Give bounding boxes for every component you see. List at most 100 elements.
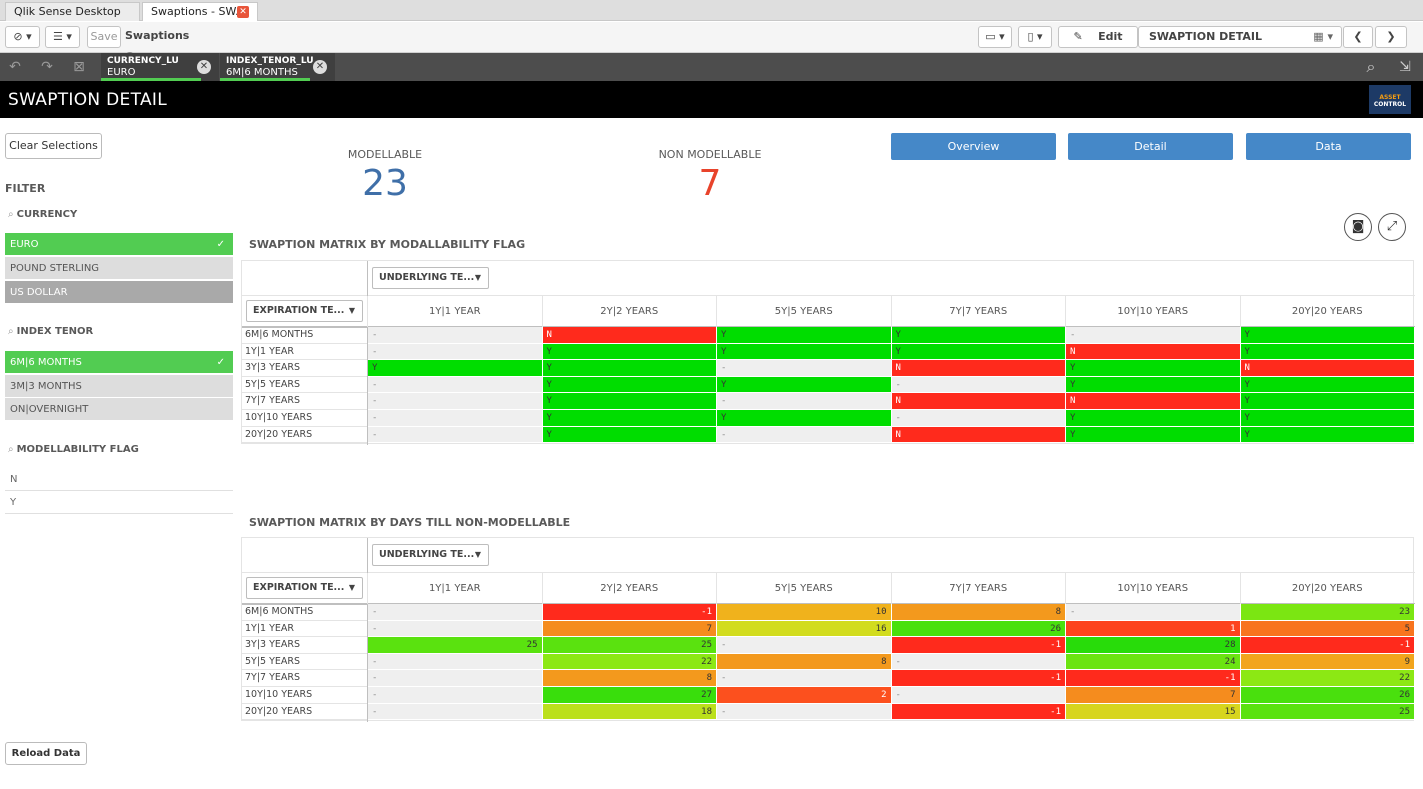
row-header: 5Y|5 YEARS <box>242 377 367 394</box>
matrix-cell: Y <box>1240 327 1415 344</box>
snapshot-icon[interactable]: ◙ <box>1344 213 1372 241</box>
navigation-menu-button[interactable]: ⊘ ▾ <box>5 26 40 48</box>
search-icon[interactable]: ⌕ <box>1362 59 1380 75</box>
step-back-icon[interactable]: ↶ <box>6 59 24 75</box>
listbox-item[interactable]: N <box>5 468 233 491</box>
column-dimension-button[interactable]: UNDERLYING TE... ▼ <box>372 267 489 289</box>
bookmark-button[interactable]: ▯ ▾ <box>1018 26 1052 48</box>
step-forward-icon[interactable]: ↷ <box>38 59 56 75</box>
reload-data-button[interactable]: Reload Data <box>5 742 87 765</box>
remove-selection-icon[interactable]: ✕ <box>313 60 327 74</box>
kpi-modellable-label: MODELLABLE <box>347 148 423 161</box>
selection-tool-icon[interactable]: ⇲ <box>1396 59 1414 75</box>
matrix-cell: - <box>1066 327 1241 344</box>
listbox-currency-label: CURRENCY <box>16 209 78 220</box>
matrix-cell: - <box>368 687 543 704</box>
listbox-item[interactable]: POUND STERLING <box>5 257 233 280</box>
listbox-item[interactable]: Y <box>5 491 233 514</box>
matrix-cell: Y <box>368 360 543 377</box>
matrix-cell: Y <box>717 376 892 394</box>
matrix-cell: 8 <box>542 670 717 687</box>
listbox-title-currency[interactable]: ⌕ CURRENCY <box>8 209 77 220</box>
matrix-cell: N <box>891 360 1066 377</box>
listbox-title-modellability[interactable]: ⌕ MODELLABILITY FLAG <box>8 444 139 455</box>
matrix-cell: 7 <box>542 620 717 638</box>
edit-button[interactable]: ✎ Edit <box>1058 26 1138 48</box>
matrix-cell: - <box>368 426 543 444</box>
matrix-cell: Y <box>542 393 717 410</box>
close-tab-icon[interactable]: ✕ <box>237 6 249 18</box>
tab-hub[interactable]: Qlik Sense Desktop hub <box>5 2 140 36</box>
matrix-cell: - <box>368 393 543 410</box>
tab-swaptions[interactable]: Swaptions - SW... ✕ <box>142 2 258 21</box>
next-sheet-button[interactable]: ❯ <box>1375 26 1407 48</box>
column-dimension-label: UNDERLYING TE... <box>379 549 475 560</box>
row-header: 6M|6 MONTHS <box>242 604 367 621</box>
matrix-cell: 8 <box>891 604 1066 621</box>
app-name: Swaptions ● <box>125 26 200 62</box>
kpi-non-modellable-value: 7 <box>698 163 722 204</box>
row-dimension-button[interactable]: EXPIRATION TE... ▼ <box>246 577 363 599</box>
previous-sheet-button[interactable]: ❮ <box>1343 26 1373 48</box>
matrix-cell: 22 <box>542 653 717 671</box>
selection-chip-currency[interactable]: CURRENCY_LU EURO ✕ <box>101 53 219 81</box>
app-toolbar: ⊘ ▾ ☰ ▾ Save Swaptions ● ▭ ▾ ▯ ▾ ✎ Edit … <box>0 22 1423 62</box>
search-icon: ⌕ <box>8 209 14 220</box>
column-dimension-button[interactable]: UNDERLYING TE... ▼ <box>372 544 489 566</box>
matrix-cell: 18 <box>542 703 717 721</box>
listbox-item[interactable]: ON|OVERNIGHT <box>5 398 233 421</box>
clear-selections-button[interactable]: Clear Selections <box>5 133 102 159</box>
column-header: 10Y|10 YEARS <box>1065 573 1240 604</box>
overview-button[interactable]: Overview <box>891 133 1056 160</box>
matrix-cell: -1 <box>1066 670 1241 687</box>
matrix-cell: Y <box>1240 343 1415 361</box>
matrix-cell: - <box>717 703 892 721</box>
matrix-cell: Y <box>542 343 717 361</box>
matrix-cell: -1 <box>891 637 1066 654</box>
selection-chip-index-tenor[interactable]: INDEX_TENOR_LU 6M|6 MONTHS ✕ <box>220 53 335 81</box>
listbox-item[interactable]: US DOLLAR <box>5 281 233 304</box>
row-header: 1Y|1 YEAR <box>242 344 367 361</box>
matrix-cell: Y <box>717 410 892 427</box>
matrix-cell: - <box>717 637 892 654</box>
dropdown-icon: ▼ <box>474 273 481 282</box>
matrix-cell: 26 <box>891 620 1066 638</box>
column-header: 5Y|5 YEARS <box>716 573 891 604</box>
row-header: 5Y|5 YEARS <box>242 654 367 671</box>
listbox-item[interactable]: EURO ✓ <box>5 233 233 256</box>
detail-button[interactable]: Detail <box>1068 133 1233 160</box>
browser-tab-bar: Qlik Sense Desktop hub Swaptions - SW...… <box>0 0 1423 36</box>
tab-swaptions-label: Swaptions - SW... <box>151 5 246 18</box>
row-header: 1Y|1 YEAR <box>242 621 367 638</box>
row-header: 20Y|20 YEARS <box>242 704 367 721</box>
matrix-cell: Y <box>1240 376 1415 394</box>
fullscreen-icon[interactable]: ⤢ <box>1378 213 1406 241</box>
sheet-selector[interactable]: SWAPTION DETAIL ▦ ▾ <box>1138 26 1342 48</box>
logo-line2: CONTROL <box>1373 101 1407 108</box>
matrix-cell: Y <box>1240 393 1415 410</box>
data-button[interactable]: Data <box>1246 133 1411 160</box>
remove-selection-icon[interactable]: ✕ <box>197 60 211 74</box>
matrix-cell: - <box>368 376 543 394</box>
column-header: 2Y|2 YEARS <box>541 573 717 604</box>
matrix-cell: -1 <box>542 604 717 621</box>
matrix-cell: 9 <box>1240 653 1415 671</box>
clear-all-icon[interactable]: ⊠ <box>70 59 88 75</box>
matrix-cell: N <box>542 327 717 344</box>
save-button[interactable]: Save <box>87 26 121 48</box>
matrix-cell: 1 <box>1066 620 1241 638</box>
row-dimension-button[interactable]: EXPIRATION TE... ▼ <box>246 300 363 322</box>
listbox-title-index-tenor[interactable]: ⌕ INDEX TENOR <box>8 326 93 337</box>
matrix-cell: - <box>717 393 892 410</box>
matrix-cell: Y <box>717 327 892 344</box>
present-button[interactable]: ▭ ▾ <box>978 26 1012 48</box>
matrix-cell: - <box>891 376 1066 394</box>
matrix-cell: 28 <box>1066 637 1241 654</box>
listbox-item[interactable]: 6M|6 MONTHS ✓ <box>5 351 233 374</box>
matrix-cell: Y <box>1066 426 1241 444</box>
listbox-item-label: 6M|6 MONTHS <box>10 357 82 368</box>
matrix-cell: - <box>368 620 543 638</box>
global-menu-button[interactable]: ☰ ▾ <box>45 26 80 48</box>
listbox-item[interactable]: 3M|3 MONTHS <box>5 375 233 398</box>
matrix-cell: Y <box>1066 376 1241 394</box>
